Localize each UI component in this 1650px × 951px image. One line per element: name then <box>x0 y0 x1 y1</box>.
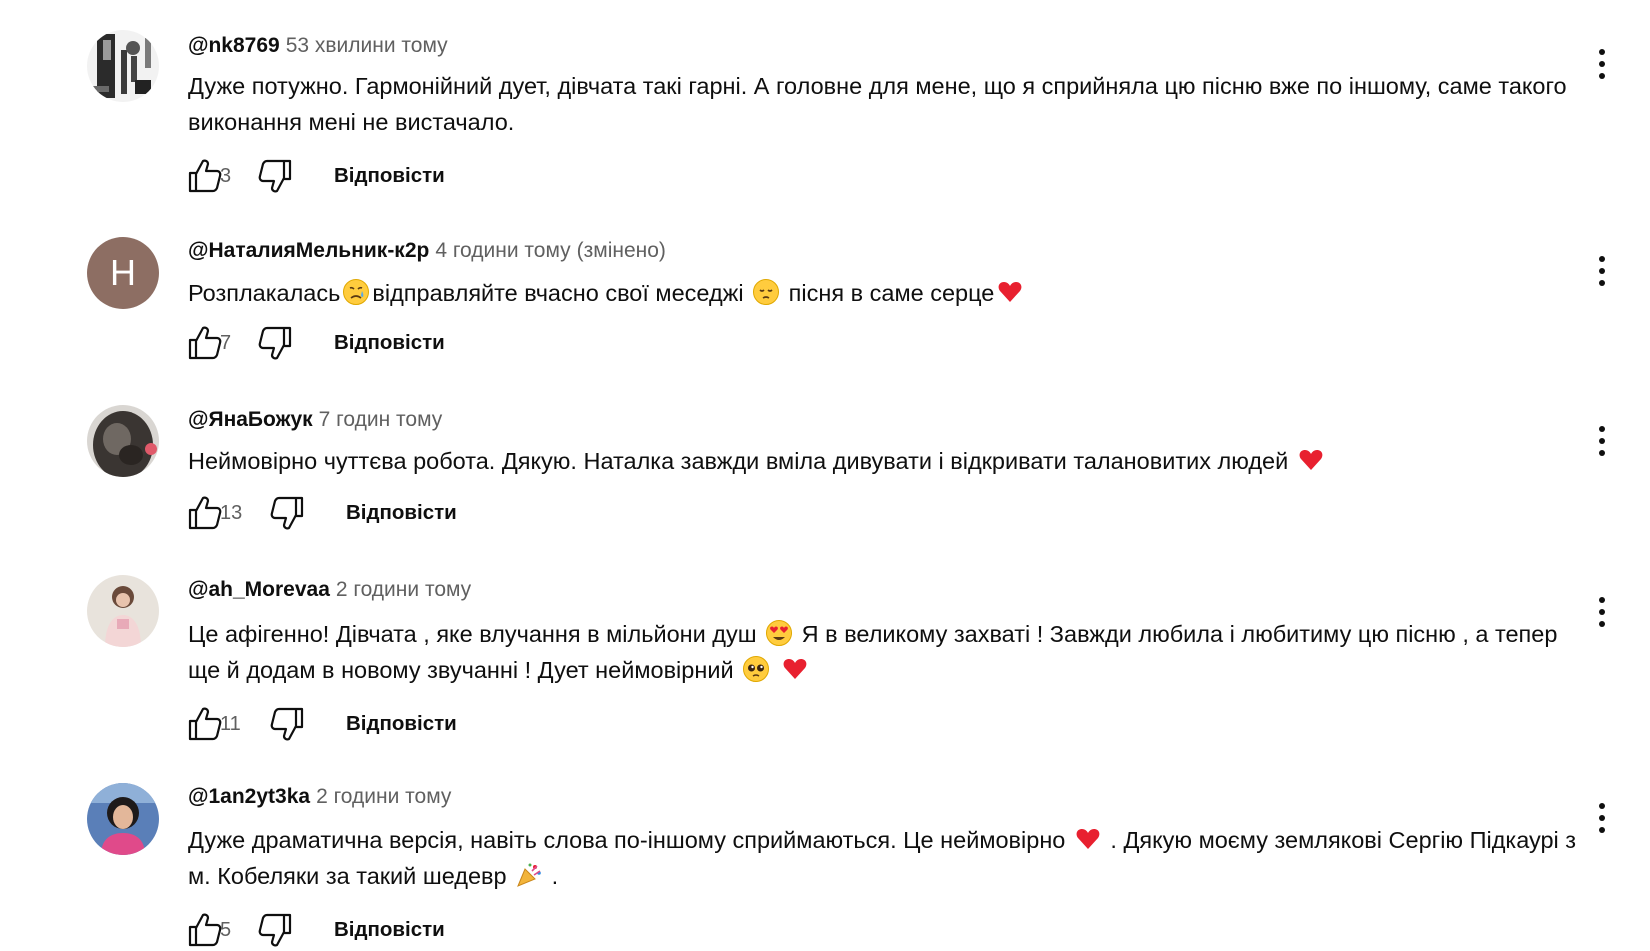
avatar[interactable]: Н <box>87 237 159 309</box>
thumbs-down-outline-icon[interactable] <box>268 493 308 533</box>
comment-author[interactable]: @ah_Morevaa <box>188 578 330 601</box>
reply-button[interactable]: Відповісти <box>334 329 445 357</box>
more-vertical-icon[interactable] <box>1590 594 1614 630</box>
comment-text-part: відправляйте вчасно свої меседжі <box>372 280 751 306</box>
red-heart-emoji <box>783 659 807 679</box>
red-heart-emoji <box>1076 829 1100 849</box>
more-vertical-icon[interactable] <box>1590 253 1614 289</box>
comment-timestamp[interactable]: 2 години тому <box>336 578 471 601</box>
avatar[interactable] <box>87 575 159 647</box>
comment-author[interactable]: @nk8769 <box>188 34 280 57</box>
more-vertical-icon[interactable] <box>1590 800 1614 836</box>
comment-text: Неймовірно чуттєва робота. Дякую. Наталк… <box>188 443 1578 479</box>
reply-button[interactable]: Відповісти <box>346 499 457 527</box>
thumbs-up-outline-icon[interactable] <box>184 910 224 950</box>
more-vertical-icon[interactable] <box>1590 423 1614 459</box>
avatar[interactable] <box>87 405 159 477</box>
comment-text: Дуже потужно. Гармонійний дует, дівчата … <box>188 68 1578 140</box>
comment-text-part: Розплакалась <box>188 280 341 306</box>
comment-text-part: Дуже драматична версія, навіть слова по-… <box>188 827 1072 853</box>
party-popper-emoji <box>517 863 541 887</box>
comment-header: @nk8769 53 хвилини тому <box>188 32 448 60</box>
comment-text-part: Це афігенно! Дівчата , яке влучання в мі… <box>188 621 764 647</box>
thumbs-down-outline-icon[interactable] <box>256 910 296 950</box>
pensive-face-emoji <box>753 279 780 305</box>
comment-header: @ah_Morevaa 2 години тому <box>188 576 471 604</box>
comment-header: @1an2yt3ka 2 години тому <box>188 783 451 811</box>
comment-text-part: Неймовірно чуттєва робота. Дякую. Наталк… <box>188 448 1295 474</box>
heart-eyes-emoji <box>766 620 793 646</box>
reply-button[interactable]: Відповісти <box>334 162 445 190</box>
comment-timestamp[interactable]: 4 години тому <box>435 239 570 262</box>
thumbs-up-outline-icon[interactable] <box>184 156 224 196</box>
comment-header: @НаталияМельник-к2р 4 години тому (змінено… <box>188 237 666 265</box>
comment-timestamp[interactable]: 7 годин тому <box>319 408 443 431</box>
comment-text: Це афігенно! Дівчата , яке влучання в мі… <box>188 616 1578 688</box>
more-vertical-icon[interactable] <box>1590 46 1614 82</box>
thumbs-up-outline-icon[interactable] <box>184 493 224 533</box>
thumbs-down-outline-icon[interactable] <box>268 704 308 744</box>
comment-author[interactable]: @1an2yt3ka <box>188 785 310 808</box>
like-count: 3 <box>220 165 232 187</box>
pleading-face-emoji <box>743 656 770 682</box>
crying-face-emoji <box>343 279 370 305</box>
like-count: 13 <box>220 502 243 524</box>
comment-text-part: Дуже потужно. Гармонійний дует, дівчата … <box>188 73 1567 135</box>
comment-author[interactable]: @НаталияМельник-к2р <box>188 239 429 262</box>
thumbs-down-outline-icon[interactable] <box>256 323 296 363</box>
comment-text-part: . <box>545 863 559 889</box>
avatar[interactable] <box>87 783 159 855</box>
comment-text-part: пісня в саме серце <box>782 280 995 306</box>
avatar[interactable] <box>87 30 159 102</box>
like-count: 11 <box>220 713 241 735</box>
comment-timestamp[interactable]: 2 години тому <box>316 785 451 808</box>
comment-header: @ЯнаБожук 7 годин тому <box>188 406 442 434</box>
reply-button[interactable]: Відповісти <box>334 916 445 944</box>
like-count: 7 <box>220 332 232 354</box>
edited-label: (змінено) <box>576 239 666 262</box>
comment-text: Дуже драматична версія, навіть слова по-… <box>188 822 1578 894</box>
reply-button[interactable]: Відповісти <box>346 710 457 738</box>
thumbs-up-outline-icon[interactable] <box>184 323 224 363</box>
red-heart-emoji <box>998 282 1022 302</box>
red-heart-emoji <box>1299 450 1323 470</box>
comment-timestamp[interactable]: 53 хвилини тому <box>286 34 448 57</box>
thumbs-down-outline-icon[interactable] <box>256 156 296 196</box>
comment-text: Розплакалась відправляйте вчасно свої мес… <box>188 275 1578 311</box>
like-count: 5 <box>220 919 232 941</box>
thumbs-up-outline-icon[interactable] <box>184 704 224 744</box>
comment-text-part <box>772 657 779 683</box>
comment-author[interactable]: @ЯнаБожук <box>188 408 313 431</box>
